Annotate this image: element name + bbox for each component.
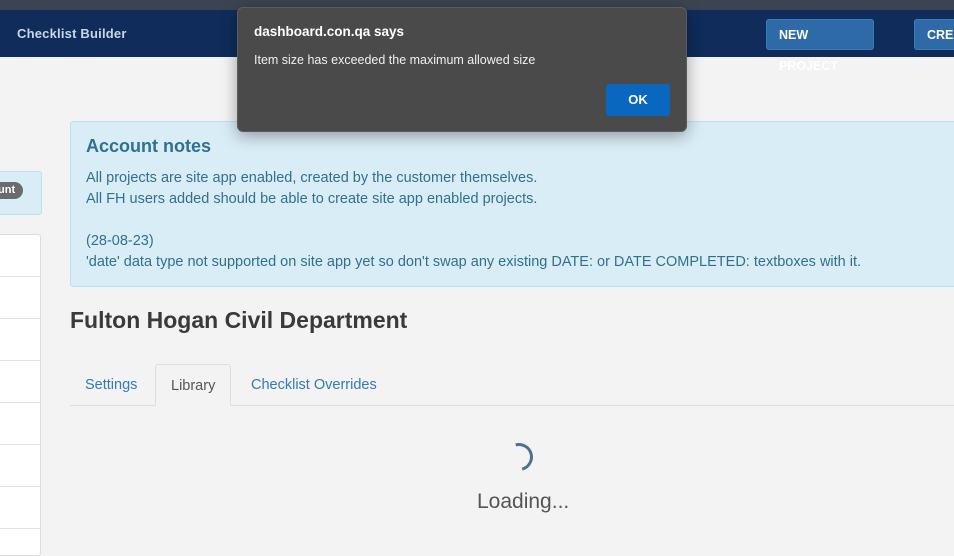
account-note-date: (28-08-23) [86,233,154,249]
list-item[interactable] [0,361,40,403]
tab-settings[interactable]: Settings [70,364,152,406]
list-item[interactable] [0,487,40,529]
list-item[interactable] [0,277,40,319]
list-item[interactable] [0,235,40,277]
new-project-button[interactable]: NEW PROJECT [766,19,874,73]
project-tabs: Settings Library Checklist Overrides [70,364,954,406]
tab-library[interactable]: Library [155,364,232,406]
loading-text: Loading... [477,490,570,513]
loading-spinner-icon [499,437,539,477]
page-title: Fulton Hogan Civil Department [70,307,407,334]
project-name: Fulton Hogan Civil Department [70,307,408,333]
list-item[interactable] [0,445,40,487]
create-button[interactable]: CREA [914,19,954,50]
account-note-line: All projects are site app enabled, creat… [86,170,538,186]
list-item[interactable] [0,403,40,445]
dialog-title: dashboard.con.qa says [254,24,405,39]
ok-button[interactable]: OK [606,84,670,116]
account-note-line: All FH users added should be able to cre… [86,191,538,207]
list-item[interactable] [0,319,40,361]
alert-dialog: dashboard.con.qa says Item size has exce… [237,7,687,132]
tab-checklist-overrides[interactable]: Checklist Overrides [236,364,392,406]
account-notes-title: Account notes [86,136,212,156]
account-badge: unt [0,182,24,199]
dialog-message: Item size has exceeded the maximum allow… [254,53,536,67]
app-brand[interactable]: Checklist Builder [17,26,127,41]
account-note-line: 'date' data type not supported on site a… [86,254,862,270]
account-notes-panel: Account notes All projects are site app … [70,121,954,287]
sidebar-list [0,234,41,556]
